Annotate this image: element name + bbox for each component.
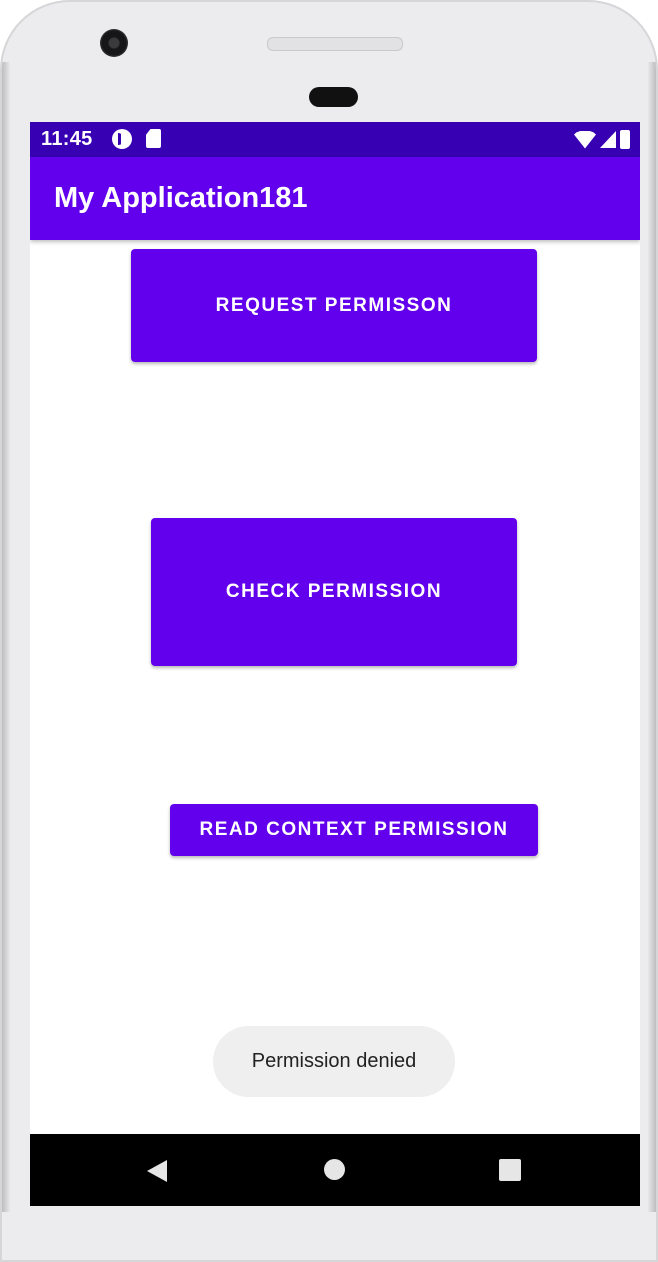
navigation-bar	[30, 1134, 640, 1206]
earpiece-speaker	[267, 37, 403, 51]
app-bar: My Application181	[30, 157, 640, 240]
status-bar: 11:45	[30, 122, 640, 157]
wifi-icon	[574, 130, 596, 149]
phone-edge-right	[648, 62, 656, 1212]
status-time: 11:45	[41, 128, 93, 150]
status-right-icons	[574, 129, 630, 150]
battery-icon	[620, 130, 630, 149]
read-context-permission-button[interactable]: READ CONTEXT PERMISSION	[170, 804, 538, 856]
sd-card-icon	[146, 129, 161, 148]
toast-message: Permission denied	[213, 1026, 455, 1097]
notification-p-icon	[112, 129, 132, 149]
phone-edge-left	[2, 62, 10, 1212]
check-permission-button[interactable]: CHECK PERMISSION	[151, 518, 517, 666]
proximity-sensor	[309, 87, 358, 107]
app-title: My Application181	[54, 182, 308, 214]
home-icon[interactable]	[324, 1159, 345, 1180]
recents-icon[interactable]	[499, 1159, 521, 1181]
phone-frame: 11:45 My Application181 REQUEST PERMISSO…	[0, 0, 658, 1262]
cell-signal-icon	[600, 131, 616, 148]
front-camera-icon	[100, 29, 128, 57]
back-icon[interactable]	[147, 1160, 167, 1182]
request-permission-button[interactable]: REQUEST PERMISSON	[131, 249, 537, 362]
screen: 11:45 My Application181 REQUEST PERMISSO…	[30, 122, 640, 1206]
